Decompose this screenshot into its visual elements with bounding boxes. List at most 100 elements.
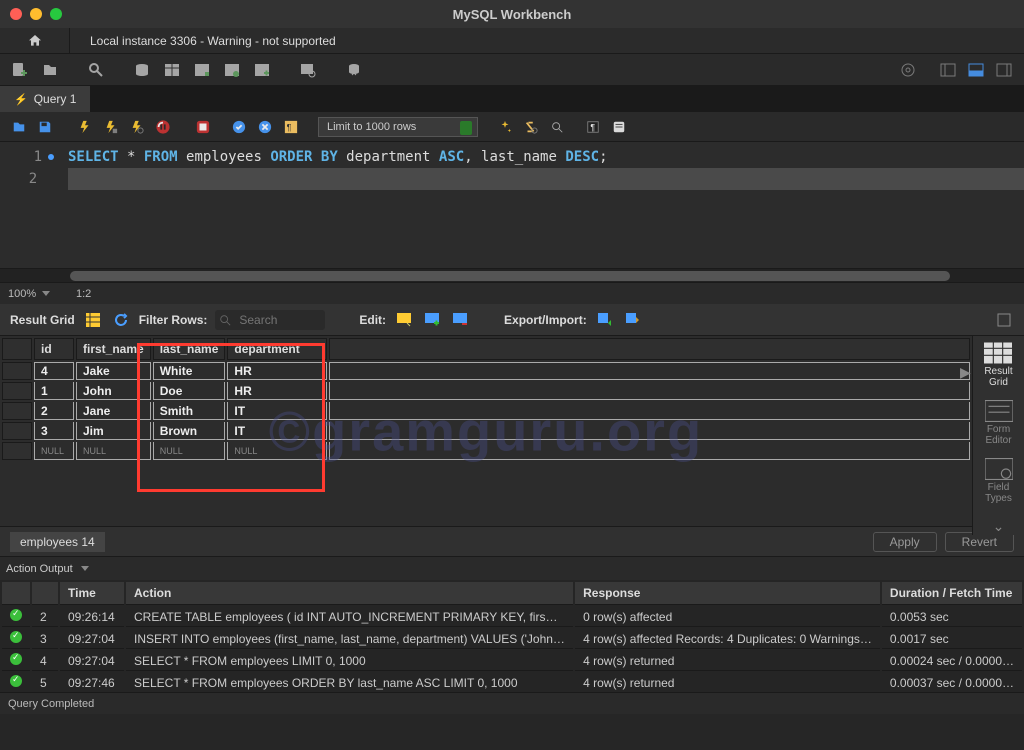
edit-label: Edit: [359, 313, 386, 327]
lightning-icon: ⚡ [14, 93, 28, 106]
sql-editor[interactable]: 1 2 SELECT * FROM employees ORDER BY dep… [0, 142, 1024, 268]
output-row[interactable]: 509:27:46SELECT * FROM employees ORDER B… [2, 673, 1022, 692]
output-grid: Time Action Response Duration / Fetch Ti… [0, 580, 1024, 692]
editor-status-bar: 100% 1:2 [0, 282, 1024, 304]
search-table-data-icon[interactable] [296, 58, 320, 82]
wrap-icon[interactable]: ¶ [582, 116, 604, 138]
window-title: MySQL Workbench [0, 7, 1024, 22]
result-toolbar: Result Grid Filter Rows: Edit: Export/Im… [0, 304, 1024, 336]
result-side-panel: Result Grid Form Editor Field Types ⌄ [972, 336, 1024, 535]
sql-code[interactable]: SELECT * FROM employees ORDER BY departm… [60, 142, 1024, 268]
result-footer: employees 14 Apply Revert [0, 526, 1024, 556]
delete-row-icon[interactable] [450, 310, 470, 330]
connection-tabs: Local instance 3306 - Warning - not supp… [0, 28, 1024, 54]
table-row-null[interactable]: NULLNULLNULLNULL [2, 442, 970, 460]
status-ok-icon [10, 653, 22, 665]
table-row[interactable]: 3JimBrownIT [2, 422, 970, 440]
row-limit-dropdown[interactable]: Limit to 1000 rows [318, 117, 478, 137]
inspector-icon[interactable] [84, 58, 108, 82]
execute-icon[interactable] [74, 116, 96, 138]
filter-search-input[interactable] [231, 310, 321, 330]
collapse-panel-icon[interactable]: ▶ [960, 364, 971, 381]
grid-view-icon[interactable] [83, 310, 103, 330]
create-schema-icon[interactable] [130, 58, 154, 82]
open-sql-icon[interactable] [38, 58, 62, 82]
editor-toolbar: ¶ Limit to 1000 rows ¶ [0, 112, 1024, 142]
status-ok-icon [10, 609, 22, 621]
close-window-button[interactable] [10, 8, 22, 20]
execute-current-icon[interactable] [100, 116, 122, 138]
create-view-icon[interactable] [190, 58, 214, 82]
edit-row-icon[interactable] [394, 310, 414, 330]
import-icon[interactable] [623, 310, 643, 330]
col-first-name[interactable]: first_name [76, 338, 151, 360]
table-row[interactable]: 4JakeWhiteHR [2, 362, 970, 380]
window-controls [10, 8, 62, 20]
col-last-name[interactable]: last_name [153, 338, 226, 360]
zoom-dropdown[interactable]: 100% [0, 288, 56, 300]
editor-scrollbar[interactable] [0, 268, 1024, 282]
create-procedure-icon[interactable] [220, 58, 244, 82]
minimize-window-button[interactable] [30, 8, 42, 20]
zoom-window-button[interactable] [50, 8, 62, 20]
rollback-icon[interactable] [254, 116, 276, 138]
toggle-whitespace-icon[interactable]: ¶ [280, 116, 302, 138]
reconnect-icon[interactable] [342, 58, 366, 82]
settings-icon[interactable] [896, 58, 920, 82]
col-id[interactable]: id [34, 338, 74, 360]
output-header[interactable]: Action Output [0, 556, 1024, 580]
table-row[interactable]: 2JaneSmithIT [2, 402, 970, 420]
apply-button[interactable]: Apply [873, 532, 937, 552]
add-row-icon[interactable] [422, 310, 442, 330]
status-ok-icon [10, 675, 22, 687]
table-row[interactable]: 1JohnDoeHR [2, 382, 970, 400]
side-form-editor[interactable]: Form Editor [985, 400, 1013, 446]
col-department[interactable]: department [227, 338, 327, 360]
query-tab-label: Query 1 [34, 92, 77, 106]
connection-tab[interactable]: Local instance 3306 - Warning - not supp… [70, 28, 356, 53]
refresh-icon[interactable] [111, 310, 131, 330]
result-grid[interactable]: id first_name last_name department 4Jake… [0, 336, 972, 462]
side-field-types[interactable]: Field Types [985, 458, 1013, 504]
panel-left-icon[interactable] [936, 58, 960, 82]
result-area: ©gramguru.org id first_name last_name de… [0, 336, 1024, 526]
beautify-icon[interactable] [494, 116, 516, 138]
explain-icon[interactable] [126, 116, 148, 138]
panel-bottom-icon[interactable] [964, 58, 988, 82]
result-grid-label: Result Grid [10, 313, 75, 327]
svg-text:¶: ¶ [590, 122, 595, 132]
create-table-icon[interactable] [160, 58, 184, 82]
result-grid-wrap: ©gramguru.org id first_name last_name de… [0, 336, 972, 526]
main-toolbar [0, 54, 1024, 86]
output-row[interactable]: 209:26:14CREATE TABLE employees ( id INT… [2, 607, 1022, 627]
snippets-icon[interactable] [608, 116, 630, 138]
status-ok-icon [10, 631, 22, 643]
panel-right-icon[interactable] [992, 58, 1016, 82]
cursor-position: 1:2 [56, 288, 91, 300]
side-result-grid[interactable]: Result Grid [984, 342, 1012, 388]
filter-rows-label: Filter Rows: [139, 313, 208, 327]
save-file-icon[interactable] [34, 116, 56, 138]
create-function-icon[interactable] [250, 58, 274, 82]
export-icon[interactable] [595, 310, 615, 330]
invisible-chars-icon[interactable] [546, 116, 568, 138]
panel-more-icon[interactable]: ⌄ [993, 518, 1005, 535]
query-tab[interactable]: ⚡ Query 1 [0, 86, 91, 112]
output-row[interactable]: 409:27:04SELECT * FROM employees LIMIT 0… [2, 651, 1022, 671]
output-row[interactable]: 309:27:04INSERT INTO employees (first_na… [2, 629, 1022, 649]
stop-icon[interactable] [152, 116, 174, 138]
toggle-autocommit-icon[interactable] [192, 116, 214, 138]
result-tab[interactable]: employees 14 [10, 532, 105, 552]
open-file-icon[interactable] [8, 116, 30, 138]
titlebar: MySQL Workbench [0, 0, 1024, 28]
svg-text:¶: ¶ [287, 122, 292, 132]
export-import-label: Export/Import: [504, 313, 587, 327]
commit-icon[interactable] [228, 116, 250, 138]
home-tab[interactable] [0, 28, 70, 53]
find-icon[interactable] [520, 116, 542, 138]
new-sql-tab-icon[interactable] [8, 58, 32, 82]
wrap-cell-icon[interactable] [994, 310, 1014, 330]
query-tab-bar: ⚡ Query 1 [0, 86, 1024, 112]
status-bar: Query Completed [0, 692, 1024, 714]
line-gutter: 1 2 [0, 142, 60, 268]
